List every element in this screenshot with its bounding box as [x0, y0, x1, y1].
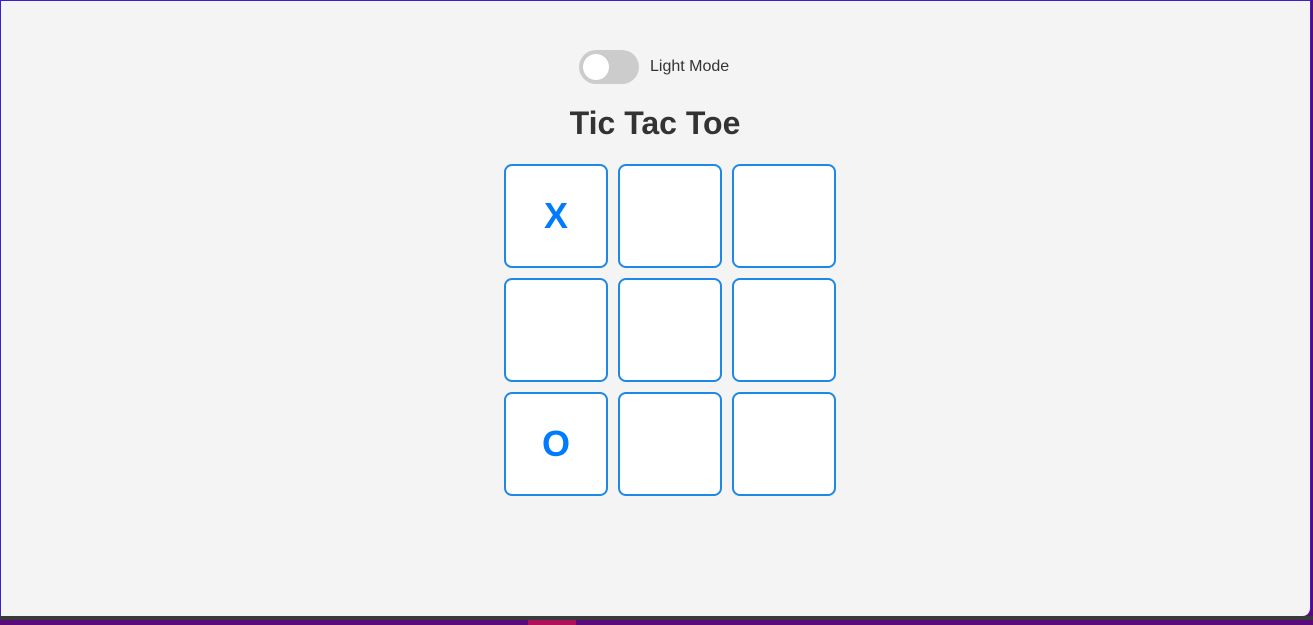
theme-toggle-label: Light Mode [650, 58, 730, 75]
board-cell-4[interactable] [504, 278, 608, 382]
window-bottom-edge [0, 616, 1313, 620]
board-cell-5[interactable] [618, 278, 722, 382]
board-cell-2[interactable] [618, 164, 722, 268]
game-page: Light Mode Tic Tac Toe X O [0, 0, 1311, 616]
board-cell-3[interactable] [732, 164, 836, 268]
theme-toggle-row: Light Mode [579, 50, 729, 84]
toggle-knob [583, 54, 609, 80]
game-board: X O [504, 164, 836, 496]
board-cell-9[interactable] [732, 392, 836, 496]
board-cell-6[interactable] [732, 278, 836, 382]
taskbar-indicator [528, 620, 576, 625]
board-cell-8[interactable] [618, 392, 722, 496]
theme-toggle-switch[interactable] [579, 50, 639, 84]
page-title: Tic Tac Toe [569, 105, 741, 141]
board-cell-7[interactable]: O [504, 392, 608, 496]
board-cell-1[interactable]: X [504, 164, 608, 268]
